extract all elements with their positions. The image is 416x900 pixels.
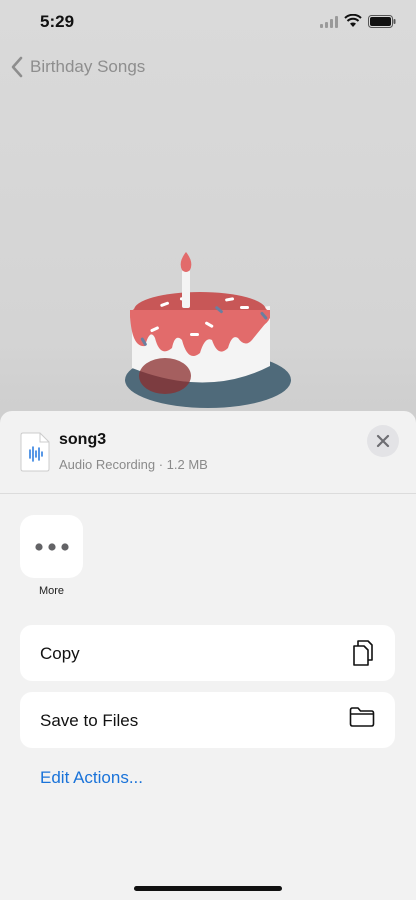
- status-time: 5:29: [40, 12, 75, 31]
- close-icon: [376, 434, 390, 448]
- file-meta: Audio Recording · 1.2 MB: [59, 457, 208, 472]
- chevron-left-icon: [11, 56, 23, 78]
- file-name: song3: [59, 431, 107, 448]
- battery-icon: [368, 15, 396, 28]
- more-label: More: [38, 585, 65, 597]
- edit-actions-link[interactable]: Edit Actions...: [40, 768, 143, 788]
- wifi-icon: [344, 14, 362, 27]
- close-button[interactable]: [367, 425, 399, 457]
- cellular-signal-icon: [320, 16, 338, 28]
- copy-action[interactable]: Copy: [20, 625, 395, 681]
- save-to-files-action[interactable]: Save to Files: [20, 692, 395, 748]
- copy-label: Copy: [40, 644, 80, 663]
- home-indicator[interactable]: [134, 886, 282, 891]
- copy-icon: [353, 640, 373, 666]
- save-to-files-label: Save to Files: [40, 711, 139, 730]
- back-label: Birthday Songs: [30, 57, 146, 76]
- share-sheet-header: song3 Audio Recording · 1.2 MB: [0, 411, 416, 494]
- more-button[interactable]: [20, 515, 83, 578]
- folder-icon: [349, 707, 375, 727]
- share-sheet: song3 Audio Recording · 1.2 MB More Copy…: [0, 411, 416, 900]
- back-button[interactable]: Birthday Songs: [10, 54, 145, 80]
- audio-file-icon: [20, 432, 50, 472]
- status-bar: 5:29: [0, 0, 416, 46]
- birthday-cake-illustration: [125, 252, 291, 408]
- ellipsis-icon: [34, 542, 69, 551]
